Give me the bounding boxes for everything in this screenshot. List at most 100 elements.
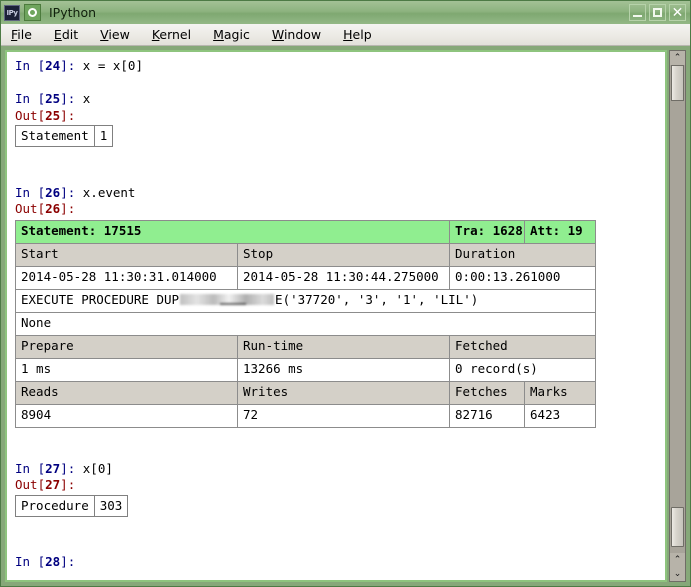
table-row-headers-2: Prepare Run-time Fetched bbox=[16, 335, 596, 358]
sql-prefix: EXECUTE PROCEDURE DUP bbox=[21, 292, 179, 307]
kernel-ring-glyph bbox=[28, 8, 37, 17]
scrollbar-down-arrow[interactable]: ⌄ bbox=[670, 567, 685, 581]
in-number-28: 28 bbox=[45, 554, 60, 569]
value-writes: 72 bbox=[238, 404, 450, 427]
minimize-icon bbox=[633, 15, 642, 17]
header-stop: Stop bbox=[238, 243, 450, 266]
table-row-headers-3: Reads Writes Fetches Marks bbox=[16, 381, 596, 404]
maximize-button[interactable] bbox=[649, 4, 666, 21]
value-start: 2014-05-28 11:30:31.014000 bbox=[16, 266, 238, 289]
close-icon: ✕ bbox=[672, 6, 684, 20]
out-number-27: 27 bbox=[45, 477, 60, 492]
in-bracket-open-27: [ bbox=[30, 461, 45, 476]
console-line-in-24: In [24]: x = x[0] bbox=[15, 58, 665, 75]
statement-event-table: Statement: 17515 Tra: 1628 Att: 19 Start… bbox=[15, 220, 596, 428]
in-number-25: 25 bbox=[45, 91, 60, 106]
scrollbar-up-arrow-bottom[interactable]: ⌃ bbox=[670, 553, 685, 567]
menu-kernel[interactable]: Kernel bbox=[152, 26, 201, 43]
menu-window-mnemonic: W bbox=[272, 27, 284, 42]
value-prepare: 1 ms bbox=[16, 358, 238, 381]
menu-view[interactable]: View bbox=[100, 26, 140, 43]
window-controls: ✕ bbox=[629, 4, 686, 21]
header-start: Start bbox=[16, 243, 238, 266]
table-row-values-3: 8904 72 82716 6423 bbox=[16, 404, 596, 427]
scrollbar-thumb-upper[interactable] bbox=[671, 65, 684, 101]
header-marks: Marks bbox=[525, 381, 596, 404]
value-fetched: 0 record(s) bbox=[450, 358, 596, 381]
out-bracket-open-27: [ bbox=[38, 477, 46, 492]
menu-help[interactable]: Help bbox=[343, 26, 382, 43]
console-line-in-28[interactable]: In [28]: bbox=[15, 554, 665, 571]
menu-help-rest: elp bbox=[353, 27, 372, 42]
in-bracket-close-27: ]: bbox=[60, 461, 83, 476]
menu-magic[interactable]: Magic bbox=[213, 26, 260, 43]
transaction-cell: Tra: 1628 bbox=[450, 220, 525, 243]
console-blank-2 bbox=[15, 152, 665, 169]
attachment-cell: Att: 19 bbox=[525, 220, 596, 243]
menu-window[interactable]: Window bbox=[272, 26, 331, 43]
sql-redacted-region bbox=[180, 294, 274, 305]
in-bracket-close-28: ]: bbox=[60, 554, 83, 569]
table-row-headers-1: Start Stop Duration bbox=[16, 243, 596, 266]
in-label-25: In bbox=[15, 91, 30, 106]
value-duration: 0:00:13.261000 bbox=[450, 266, 596, 289]
in-label-28: In bbox=[15, 554, 30, 569]
menu-kernel-rest: ernel bbox=[159, 27, 191, 42]
maximize-icon bbox=[653, 8, 662, 17]
in-label-24: In bbox=[15, 58, 30, 73]
console-blank-3 bbox=[15, 168, 665, 185]
out-bracket-close-25: ]: bbox=[60, 108, 75, 123]
ipython-app-icon: IPy bbox=[4, 5, 20, 21]
menu-edit-mnemonic: E bbox=[54, 27, 62, 42]
out-number-26: 26 bbox=[45, 201, 60, 216]
in-number-24: 24 bbox=[45, 58, 60, 73]
procedure-repr-value: 303 bbox=[94, 496, 127, 516]
menu-help-mnemonic: H bbox=[343, 27, 352, 42]
menu-view-rest: iew bbox=[108, 27, 129, 42]
table-row-sql: EXECUTE PROCEDURE DUPE('37720', '3', '1'… bbox=[16, 289, 596, 312]
in-label-27: In bbox=[15, 461, 30, 476]
menu-window-rest: indow bbox=[284, 27, 321, 42]
menu-file[interactable]: File bbox=[11, 26, 42, 43]
ipython-window: IPy IPython ✕ File Edit View Kernel Magi… bbox=[0, 0, 691, 587]
header-prepare: Prepare bbox=[16, 335, 238, 358]
table-row-values-1: 2014-05-28 11:30:31.014000 2014-05-28 11… bbox=[16, 266, 596, 289]
out-bracket-close-26: ]: bbox=[60, 201, 75, 216]
scrollbar-thumb[interactable] bbox=[671, 507, 684, 547]
statement-repr-value: 1 bbox=[94, 126, 112, 146]
console-line-in-26: In [26]: x.event bbox=[15, 185, 665, 202]
in-bracket-open-26: [ bbox=[30, 185, 45, 200]
console-vertical-scrollbar[interactable]: ⌃ ⌃ ⌄ bbox=[669, 50, 686, 582]
sql-statement-cell: EXECUTE PROCEDURE DUPE('37720', '3', '1'… bbox=[16, 289, 596, 312]
window-titlebar[interactable]: IPy IPython ✕ bbox=[1, 1, 690, 24]
scrollbar-track[interactable] bbox=[670, 65, 685, 553]
in-bracket-open-24: [ bbox=[30, 58, 45, 73]
console-line-out-26: Out[26]: bbox=[15, 201, 665, 218]
scrollbar-up-arrow-top[interactable]: ⌃ bbox=[670, 51, 685, 65]
in-number-26: 26 bbox=[45, 185, 60, 200]
in-code-26: x.event bbox=[83, 185, 136, 200]
value-stop: 2014-05-28 11:30:44.275000 bbox=[238, 266, 450, 289]
menu-file-rest: ile bbox=[17, 27, 32, 42]
value-runtime: 13266 ms bbox=[238, 358, 450, 381]
in-number-27: 27 bbox=[45, 461, 60, 476]
in-bracket-open-28: [ bbox=[30, 554, 45, 569]
out-bracket-close-27: ]: bbox=[60, 477, 75, 492]
console-line-out-27: Out[27]: bbox=[15, 477, 665, 494]
in-label-26: In bbox=[15, 185, 30, 200]
ipython-console[interactable]: In [24]: x = x[0] In [25]: x Out[25]: St… bbox=[7, 52, 665, 580]
in-bracket-close-26: ]: bbox=[60, 185, 83, 200]
plan-cell: None bbox=[16, 312, 596, 335]
in-bracket-open-25: [ bbox=[30, 91, 45, 106]
out-number-25: 25 bbox=[45, 108, 60, 123]
window-title: IPython bbox=[49, 5, 96, 20]
table-row-values-2: 1 ms 13266 ms 0 record(s) bbox=[16, 358, 596, 381]
menu-edit-rest: dit bbox=[62, 27, 78, 42]
menu-magic-rest: agic bbox=[224, 27, 250, 42]
procedure-repr-box: Procedure 303 bbox=[15, 495, 128, 517]
minimize-button[interactable] bbox=[629, 4, 646, 21]
menu-edit[interactable]: Edit bbox=[54, 26, 88, 43]
close-button[interactable]: ✕ bbox=[669, 4, 686, 21]
in-code-24: x = x[0] bbox=[83, 58, 143, 73]
console-blank-1 bbox=[15, 75, 665, 92]
